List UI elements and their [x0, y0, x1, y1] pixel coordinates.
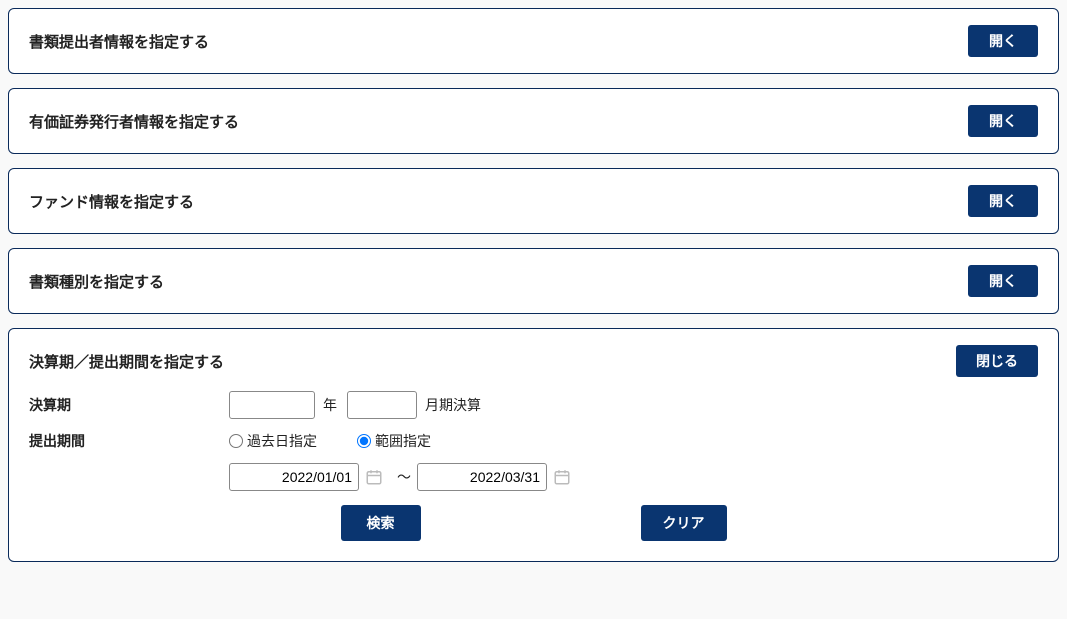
panel-header: 書類種別を指定する 開く — [29, 265, 1038, 297]
month-input[interactable] — [347, 391, 417, 419]
panel-header: 有価証券発行者情報を指定する 開く — [29, 105, 1038, 137]
radio-range-wrap[interactable]: 範囲指定 — [357, 431, 431, 451]
open-button[interactable]: 開く — [968, 265, 1038, 297]
panel-title: 書類提出者情報を指定する — [29, 31, 209, 52]
tilde-separator: ～ — [397, 467, 411, 487]
radio-past-label: 過去日指定 — [247, 431, 317, 451]
date-from-input[interactable] — [229, 463, 359, 491]
panel-submitter: 書類提出者情報を指定する 開く — [8, 8, 1059, 74]
search-button[interactable]: 検索 — [341, 505, 421, 541]
radio-past-wrap[interactable]: 過去日指定 — [229, 431, 317, 451]
row-dates: ～ — [229, 463, 1038, 491]
panel-issuer: 有価証券発行者情報を指定する 開く — [8, 88, 1059, 154]
row-submit-period: 提出期間 過去日指定 範囲指定 — [29, 431, 1038, 451]
radio-range[interactable] — [357, 434, 371, 448]
radio-past[interactable] — [229, 434, 243, 448]
panel-header: 決算期／提出期間を指定する 閉じる — [29, 345, 1038, 377]
calendar-icon[interactable] — [551, 466, 573, 488]
panel-title: 有価証券発行者情報を指定する — [29, 111, 239, 132]
panel-body: 決算期 年 月期決算 提出期間 過去日指定 範囲指定 ～ — [29, 391, 1038, 541]
calendar-icon[interactable] — [363, 466, 385, 488]
open-button[interactable]: 開く — [968, 105, 1038, 137]
open-button[interactable]: 開く — [968, 185, 1038, 217]
close-button[interactable]: 閉じる — [956, 345, 1038, 377]
panel-title: 書類種別を指定する — [29, 271, 164, 292]
submit-period-label: 提出期間 — [29, 431, 229, 451]
year-unit: 年 — [323, 395, 337, 415]
open-button[interactable]: 開く — [968, 25, 1038, 57]
panel-doctype: 書類種別を指定する 開く — [8, 248, 1059, 314]
panel-title: 決算期／提出期間を指定する — [29, 351, 224, 372]
row-fiscal: 決算期 年 月期決算 — [29, 391, 1038, 419]
panel-header: 書類提出者情報を指定する 開く — [29, 25, 1038, 57]
panel-period: 決算期／提出期間を指定する 閉じる 決算期 年 月期決算 提出期間 過去日指定 … — [8, 328, 1059, 562]
date-to-input[interactable] — [417, 463, 547, 491]
panel-header: ファンド情報を指定する 開く — [29, 185, 1038, 217]
panel-fund: ファンド情報を指定する 開く — [8, 168, 1059, 234]
action-row: 検索 クリア — [29, 505, 1038, 541]
clear-button[interactable]: クリア — [641, 505, 727, 541]
year-input[interactable] — [229, 391, 315, 419]
month-unit: 月期決算 — [425, 395, 481, 415]
radio-range-label: 範囲指定 — [375, 431, 431, 451]
panel-title: ファンド情報を指定する — [29, 191, 194, 212]
fiscal-label: 決算期 — [29, 395, 229, 415]
